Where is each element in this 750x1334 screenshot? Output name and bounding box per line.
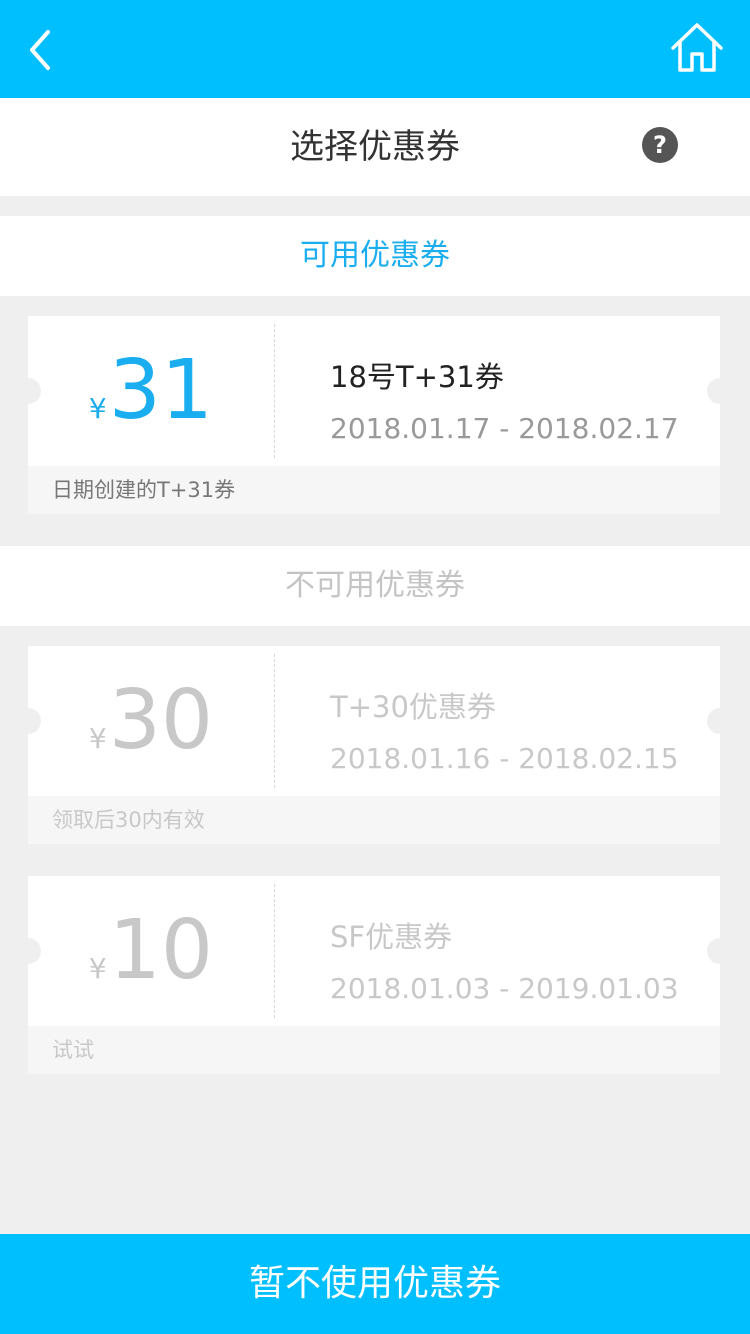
dashed-divider xyxy=(274,884,275,1018)
help-icon[interactable]: ? xyxy=(642,127,678,163)
coupon-value: 30 xyxy=(108,673,214,768)
available-coupons-heading: 可用优惠券 xyxy=(0,216,750,296)
ticket-notch xyxy=(707,378,733,404)
home-button[interactable] xyxy=(668,20,726,76)
coupon-name: T+30优惠券 xyxy=(330,690,496,724)
coupon-name: SF优惠券 xyxy=(330,920,453,954)
currency-symbol: ¥ xyxy=(88,722,107,755)
page-title: 选择优惠券 xyxy=(290,127,460,167)
coupon-note: 领取后30内有效 xyxy=(28,796,720,844)
coupon-card-available[interactable]: ¥31 18号T+31券 2018.01.17 - 2018.02.17 日期创… xyxy=(15,316,733,514)
title-bar: 选择优惠券 ? xyxy=(0,98,750,196)
coupon-dates: 2018.01.17 - 2018.02.17 xyxy=(330,412,679,445)
coupon-name: 18号T+31券 xyxy=(330,360,504,394)
dashed-divider xyxy=(274,654,275,788)
chevron-left-icon xyxy=(30,30,50,70)
currency-symbol: ¥ xyxy=(88,952,107,985)
coupon-note: 试试 xyxy=(28,1026,720,1074)
coupon-amount: ¥10 xyxy=(28,876,274,1026)
back-button[interactable] xyxy=(20,24,64,76)
coupon-amount: ¥31 xyxy=(28,316,274,466)
ticket-notch xyxy=(707,938,733,964)
top-nav-bar xyxy=(0,0,750,98)
home-icon xyxy=(671,23,723,72)
coupon-value: 31 xyxy=(108,343,214,438)
coupon-dates: 2018.01.16 - 2018.02.15 xyxy=(330,742,679,775)
skip-coupon-button[interactable]: 暂不使用优惠券 xyxy=(0,1234,750,1334)
coupon-card-unavailable: ¥10 SF优惠券 2018.01.03 - 2019.01.03 试试 xyxy=(15,876,733,1074)
coupon-main: ¥31 18号T+31券 2018.01.17 - 2018.02.17 xyxy=(28,316,720,466)
coupon-value: 10 xyxy=(108,903,214,998)
coupon-main: ¥30 T+30优惠券 2018.01.16 - 2018.02.15 xyxy=(28,646,720,796)
ticket-notch xyxy=(707,708,733,734)
coupon-card-unavailable: ¥30 T+30优惠券 2018.01.16 - 2018.02.15 领取后3… xyxy=(15,646,733,844)
coupon-dates: 2018.01.03 - 2019.01.03 xyxy=(330,972,679,1005)
ticket-notch xyxy=(15,378,41,404)
coupon-main: ¥10 SF优惠券 2018.01.03 - 2019.01.03 xyxy=(28,876,720,1026)
currency-symbol: ¥ xyxy=(88,392,107,425)
dashed-divider xyxy=(274,324,275,458)
ticket-notch xyxy=(15,708,41,734)
coupon-amount: ¥30 xyxy=(28,646,274,796)
coupon-note: 日期创建的T+31券 xyxy=(28,466,720,514)
ticket-notch xyxy=(15,938,41,964)
unavailable-coupons-heading: 不可用优惠券 xyxy=(0,546,750,626)
